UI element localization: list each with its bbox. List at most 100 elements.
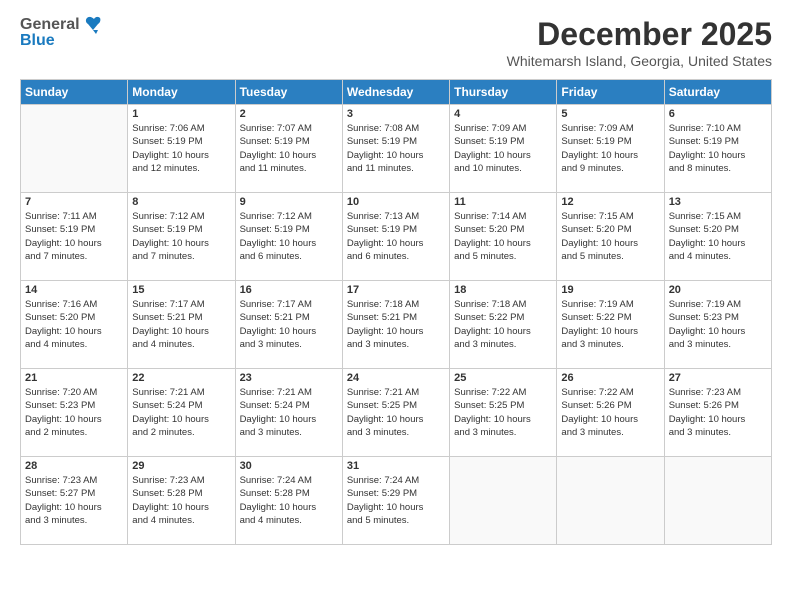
calendar-week-row: 21 Sunrise: 7:20 AMSunset: 5:23 PMDayligh…: [21, 369, 772, 457]
day-number: 4: [454, 108, 552, 120]
day-info: Sunrise: 7:21 AMSunset: 5:24 PMDaylight:…: [132, 386, 230, 439]
day-number: 29: [132, 460, 230, 472]
table-row: 6 Sunrise: 7:10 AMSunset: 5:19 PMDaylight…: [664, 105, 771, 193]
day-number: 5: [561, 108, 659, 120]
page: General Blue December 2025 Whitemarsh Is…: [0, 0, 792, 612]
day-info: Sunrise: 7:19 AMSunset: 5:23 PMDaylight:…: [669, 298, 767, 351]
day-number: 23: [240, 372, 338, 384]
table-row: 30 Sunrise: 7:24 AMSunset: 5:28 PMDayligh…: [235, 457, 342, 545]
day-info: Sunrise: 7:16 AMSunset: 5:20 PMDaylight:…: [25, 298, 123, 351]
day-info: Sunrise: 7:15 AMSunset: 5:20 PMDaylight:…: [561, 210, 659, 263]
logo-bird-icon: [82, 16, 104, 34]
table-row: 24 Sunrise: 7:21 AMSunset: 5:25 PMDayligh…: [342, 369, 449, 457]
table-row: 23 Sunrise: 7:21 AMSunset: 5:24 PMDayligh…: [235, 369, 342, 457]
day-info: Sunrise: 7:15 AMSunset: 5:20 PMDaylight:…: [669, 210, 767, 263]
table-row: 1 Sunrise: 7:06 AMSunset: 5:19 PMDaylight…: [128, 105, 235, 193]
calendar-week-row: 7 Sunrise: 7:11 AMSunset: 5:19 PMDaylight…: [21, 193, 772, 281]
col-tuesday: Tuesday: [235, 80, 342, 105]
logo-blue: Blue: [20, 32, 55, 50]
table-row: 21 Sunrise: 7:20 AMSunset: 5:23 PMDayligh…: [21, 369, 128, 457]
month-title: December 2025: [507, 16, 772, 53]
table-row: 12 Sunrise: 7:15 AMSunset: 5:20 PMDayligh…: [557, 193, 664, 281]
day-number: 8: [132, 196, 230, 208]
title-section: December 2025 Whitemarsh Island, Georgia…: [507, 16, 772, 69]
table-row: 20 Sunrise: 7:19 AMSunset: 5:23 PMDayligh…: [664, 281, 771, 369]
table-row: 16 Sunrise: 7:17 AMSunset: 5:21 PMDayligh…: [235, 281, 342, 369]
calendar-week-row: 14 Sunrise: 7:16 AMSunset: 5:20 PMDayligh…: [21, 281, 772, 369]
calendar: Sunday Monday Tuesday Wednesday Thursday…: [20, 79, 772, 545]
day-number: 17: [347, 284, 445, 296]
table-row: 3 Sunrise: 7:08 AMSunset: 5:19 PMDaylight…: [342, 105, 449, 193]
calendar-week-row: 28 Sunrise: 7:23 AMSunset: 5:27 PMDayligh…: [21, 457, 772, 545]
table-row: 29 Sunrise: 7:23 AMSunset: 5:28 PMDayligh…: [128, 457, 235, 545]
table-row: 28 Sunrise: 7:23 AMSunset: 5:27 PMDayligh…: [21, 457, 128, 545]
table-row: 13 Sunrise: 7:15 AMSunset: 5:20 PMDayligh…: [664, 193, 771, 281]
day-number: 12: [561, 196, 659, 208]
day-number: 19: [561, 284, 659, 296]
calendar-header-row: Sunday Monday Tuesday Wednesday Thursday…: [21, 80, 772, 105]
col-thursday: Thursday: [450, 80, 557, 105]
day-number: 16: [240, 284, 338, 296]
day-number: 10: [347, 196, 445, 208]
table-row: 15 Sunrise: 7:17 AMSunset: 5:21 PMDayligh…: [128, 281, 235, 369]
day-number: 26: [561, 372, 659, 384]
table-row: 31 Sunrise: 7:24 AMSunset: 5:29 PMDayligh…: [342, 457, 449, 545]
day-info: Sunrise: 7:20 AMSunset: 5:23 PMDaylight:…: [25, 386, 123, 439]
table-row: 18Sunrise: 7:18 AMSunset: 5:22 PMDayligh…: [450, 281, 557, 369]
day-info: Sunrise: 7:11 AMSunset: 5:19 PMDaylight:…: [25, 210, 123, 263]
day-info: Sunrise: 7:17 AMSunset: 5:21 PMDaylight:…: [240, 298, 338, 351]
table-row: 14 Sunrise: 7:16 AMSunset: 5:20 PMDayligh…: [21, 281, 128, 369]
day-number: 22: [132, 372, 230, 384]
day-number: 20: [669, 284, 767, 296]
day-number: 11: [454, 196, 552, 208]
day-number: 30: [240, 460, 338, 472]
day-number: 28: [25, 460, 123, 472]
table-row: 19Sunrise: 7:19 AMSunset: 5:22 PMDayligh…: [557, 281, 664, 369]
day-number: 15: [132, 284, 230, 296]
table-row: 5Sunrise: 7:09 AMSunset: 5:19 PMDaylight…: [557, 105, 664, 193]
col-sunday: Sunday: [21, 80, 128, 105]
day-info: Sunrise: 7:10 AMSunset: 5:19 PMDaylight:…: [669, 122, 767, 175]
day-info: Sunrise: 7:08 AMSunset: 5:19 PMDaylight:…: [347, 122, 445, 175]
day-number: 1: [132, 108, 230, 120]
day-info: Sunrise: 7:24 AMSunset: 5:29 PMDaylight:…: [347, 474, 445, 527]
col-wednesday: Wednesday: [342, 80, 449, 105]
day-info: Sunrise: 7:22 AMSunset: 5:25 PMDaylight:…: [454, 386, 552, 439]
day-number: 14: [25, 284, 123, 296]
day-info: Sunrise: 7:23 AMSunset: 5:27 PMDaylight:…: [25, 474, 123, 527]
day-number: 18: [454, 284, 552, 296]
day-info: Sunrise: 7:13 AMSunset: 5:19 PMDaylight:…: [347, 210, 445, 263]
day-number: 13: [669, 196, 767, 208]
day-number: 27: [669, 372, 767, 384]
day-info: Sunrise: 7:06 AMSunset: 5:19 PMDaylight:…: [132, 122, 230, 175]
day-number: 9: [240, 196, 338, 208]
day-number: 24: [347, 372, 445, 384]
day-number: 3: [347, 108, 445, 120]
day-number: 25: [454, 372, 552, 384]
day-info: Sunrise: 7:21 AMSunset: 5:25 PMDaylight:…: [347, 386, 445, 439]
day-number: 7: [25, 196, 123, 208]
day-info: Sunrise: 7:24 AMSunset: 5:28 PMDaylight:…: [240, 474, 338, 527]
day-info: Sunrise: 7:23 AMSunset: 5:26 PMDaylight:…: [669, 386, 767, 439]
day-number: 21: [25, 372, 123, 384]
day-info: Sunrise: 7:21 AMSunset: 5:24 PMDaylight:…: [240, 386, 338, 439]
logo: General Blue: [20, 16, 104, 50]
day-number: 6: [669, 108, 767, 120]
table-row: [450, 457, 557, 545]
table-row: [21, 105, 128, 193]
day-info: Sunrise: 7:14 AMSunset: 5:20 PMDaylight:…: [454, 210, 552, 263]
header: General Blue December 2025 Whitemarsh Is…: [20, 16, 772, 69]
day-info: Sunrise: 7:17 AMSunset: 5:21 PMDaylight:…: [132, 298, 230, 351]
table-row: 26 Sunrise: 7:22 AMSunset: 5:26 PMDayligh…: [557, 369, 664, 457]
table-row: 10 Sunrise: 7:13 AMSunset: 5:19 PMDayligh…: [342, 193, 449, 281]
calendar-week-row: 1 Sunrise: 7:06 AMSunset: 5:19 PMDaylight…: [21, 105, 772, 193]
table-row: [664, 457, 771, 545]
table-row: 25 Sunrise: 7:22 AMSunset: 5:25 PMDayligh…: [450, 369, 557, 457]
day-info: Sunrise: 7:22 AMSunset: 5:26 PMDaylight:…: [561, 386, 659, 439]
table-row: 22 Sunrise: 7:21 AMSunset: 5:24 PMDayligh…: [128, 369, 235, 457]
table-row: [557, 457, 664, 545]
day-info: Sunrise: 7:07 AMSunset: 5:19 PMDaylight:…: [240, 122, 338, 175]
day-info: Sunrise: 7:23 AMSunset: 5:28 PMDaylight:…: [132, 474, 230, 527]
day-number: 31: [347, 460, 445, 472]
day-info: Sunrise: 7:12 AMSunset: 5:19 PMDaylight:…: [240, 210, 338, 263]
